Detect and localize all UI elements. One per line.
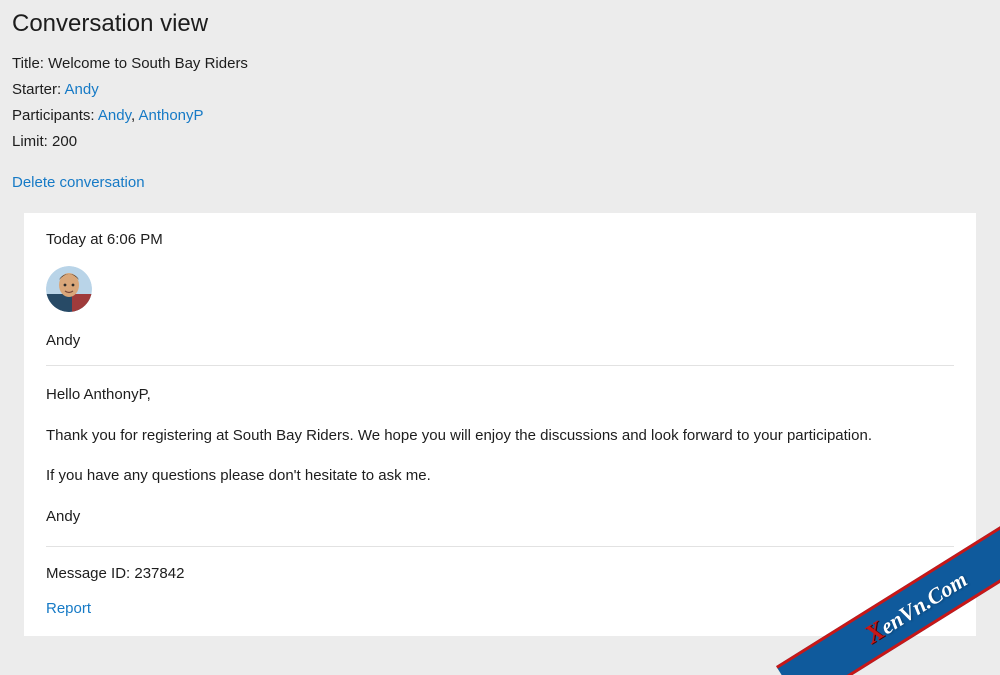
page-title: Conversation view xyxy=(12,10,988,38)
message-author: Andy xyxy=(46,332,954,349)
meta-limit-label: Limit: xyxy=(12,133,48,150)
message-timestamp: Today at 6:06 PM xyxy=(46,231,954,248)
avatar-image xyxy=(46,266,92,312)
separator xyxy=(46,365,954,366)
message-id-value: 237842 xyxy=(134,565,184,582)
message-paragraph: Hello AnthonyP, xyxy=(46,384,954,407)
report-link[interactable]: Report xyxy=(46,600,91,617)
meta-title-row: Title: Welcome to South Bay Riders xyxy=(12,52,988,76)
message-paragraph: Thank you for registering at South Bay R… xyxy=(46,425,954,448)
message-id-label: Message ID: xyxy=(46,565,130,582)
participant-link-1[interactable]: AnthonyP xyxy=(138,107,203,124)
meta-limit-row: Limit: 200 xyxy=(12,130,988,154)
meta-participants-row: Participants: Andy, AnthonyP xyxy=(12,104,988,128)
meta-title-value: Welcome to South Bay Riders xyxy=(48,55,248,72)
starter-user-link[interactable]: Andy xyxy=(65,81,99,98)
meta-title-label: Title: xyxy=(12,55,44,72)
meta-starter-label: Starter: xyxy=(12,81,61,98)
avatar[interactable] xyxy=(46,266,92,312)
meta-starter-row: Starter: Andy xyxy=(12,78,988,102)
message-card: Today at 6:06 PM Andy xyxy=(24,213,976,636)
meta-participants-label: Participants: xyxy=(12,107,95,124)
participant-link-0[interactable]: Andy xyxy=(98,107,131,124)
message-body: Hello AnthonyP, Thank you for registerin… xyxy=(46,384,954,528)
separator xyxy=(46,546,954,547)
meta-limit-value: 200 xyxy=(52,133,77,150)
message-id-row: Message ID: 237842 xyxy=(46,565,954,582)
conversation-meta: Title: Welcome to South Bay Riders Start… xyxy=(12,52,988,154)
delete-conversation-link[interactable]: Delete conversation xyxy=(12,174,145,191)
message-paragraph: Andy xyxy=(46,506,954,529)
message-paragraph: If you have any questions please don't h… xyxy=(46,465,954,488)
